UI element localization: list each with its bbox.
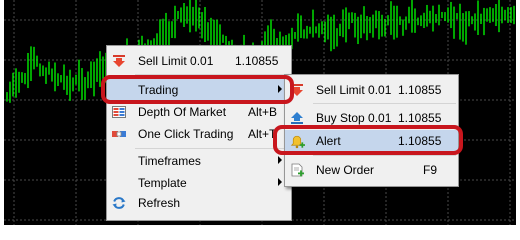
menu-item-sell-limit[interactable]: Sell Limit 0.01 1.10855 [107,50,291,72]
menu-item-template[interactable]: Template [107,172,291,194]
menu-item-one-click-trading[interactable]: One Click Trading Alt+T [107,123,291,145]
trading-highlight-callout [101,75,294,104]
menu-item-label: Buy Stop 0.01 [316,111,392,125]
menu-separator [313,103,456,104]
menu-item-label: Timeframes [138,154,201,168]
menu-separator [313,155,456,156]
menu-item-label: Template [138,176,187,190]
one-click-trading-icon [112,131,126,137]
menu-item-price: 1.10855 [235,54,279,68]
menu-item-label: Sell Limit 0.01 [138,54,214,68]
menu-item-depth-of-market[interactable]: Depth Of Market Alt+B [107,101,291,123]
menu-item-label: Depth Of Market [138,105,227,119]
blue-up-arrow-icon [291,112,303,124]
submenu-arrow-icon [278,156,282,164]
menu-item-label: Sell Limit 0.01 [316,83,392,97]
menu-item-label: Refresh [138,196,181,210]
menu-item-timeframes[interactable]: Timeframes [107,150,291,172]
depth-of-market-icon [112,106,126,118]
menu-item-price: 1.10855 [398,111,442,125]
menu-item-shortcut: Alt+B [248,105,278,119]
menu-item-label: One Click Trading [138,127,234,141]
chart-context-menu: Sell Limit 0.01 1.10855 Trading Depth Of… [106,45,292,221]
menu-item-label: New Order [316,163,375,177]
new-order-icon [291,163,304,177]
menu-item-price: 1.10855 [398,83,442,97]
menu-item-shortcut: F9 [423,163,438,177]
submenu-arrow-icon [278,178,282,186]
submenu-item-sell-limit[interactable]: Sell Limit 0.01 1.10855 [285,79,458,101]
menu-separator [135,148,289,149]
submenu-item-new-order[interactable]: New Order F9 [285,159,458,181]
refresh-icon [112,197,126,209]
red-down-arrow-icon [113,55,125,67]
alert-highlight-callout [273,125,463,155]
menu-item-refresh[interactable]: Refresh [107,192,291,214]
